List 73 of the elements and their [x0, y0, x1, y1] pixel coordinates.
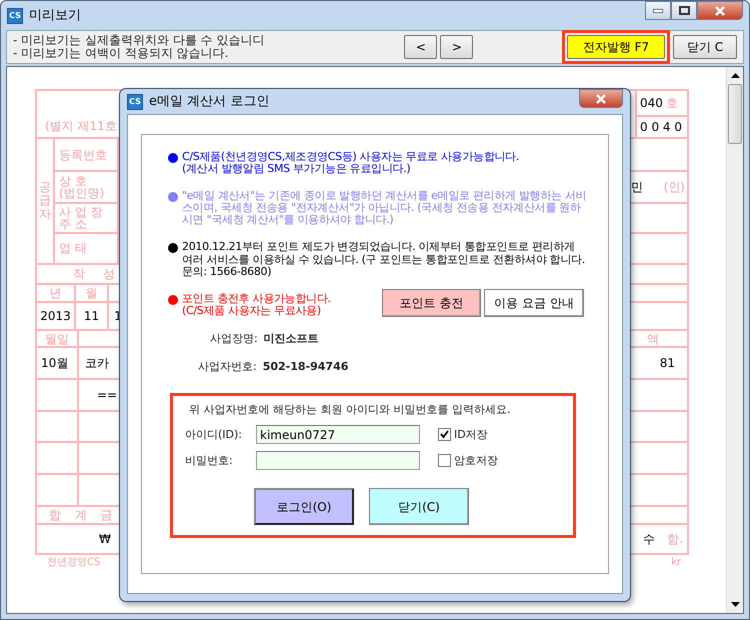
date-header: 년: [50, 285, 62, 302]
note-text: - 미리보기는 실제출력위치와 다를 수 있습니디: [13, 34, 264, 47]
app-icon: CS: [127, 94, 143, 110]
footer-text: 천년경영CS: [47, 556, 100, 570]
checkbox[interactable]: [438, 428, 451, 442]
form-number-label: (별지 제11호: [45, 118, 117, 135]
scroll-up-icon[interactable]: [730, 73, 740, 78]
column-header: 액: [647, 330, 659, 348]
charge-button[interactable]: 포인트 충전: [382, 288, 481, 317]
serial-suffix: 호: [666, 95, 678, 112]
notice-text: 2010.12.21부터 포인트 제도가 변경되었습니다. 이제부터 통합포인트로 편리하게 여러 서비스를 이용하실 수 있습니다. (구 포인트는 통합포인트로 전환하셔야 합니다. 문의: 1566-8680): [182, 241, 586, 278]
issue-button[interactable]: 전자발행 F7: [567, 35, 665, 59]
business-name: 미진소프트: [264, 330, 319, 347]
input-field[interactable]: [256, 451, 420, 470]
app-icon: CS: [7, 8, 23, 24]
date-value: 11: [84, 308, 100, 325]
close-icon: [596, 94, 606, 104]
footer-text: kr: [671, 556, 681, 570]
supplier-name: 민: [631, 179, 643, 196]
field-label: 사 업 장: [59, 206, 103, 218]
minimize-button[interactable]: [645, 1, 671, 20]
field-label: 비밀번호:: [185, 452, 234, 469]
field-label: 사업장명:: [210, 330, 258, 347]
maximize-button[interactable]: [671, 1, 697, 20]
item-name: ==: [97, 387, 118, 404]
close-button[interactable]: 닫기 C: [673, 35, 737, 59]
business-number: 502-18-94746: [262, 359, 348, 376]
field-label: 주 소: [59, 218, 87, 230]
minimize-icon: [653, 8, 663, 12]
total-label: 합 계 금: [49, 507, 113, 524]
close-button[interactable]: [579, 89, 623, 108]
field-label: 등록번호: [59, 148, 107, 161]
item-date: 10월: [41, 355, 68, 372]
item-amount: 81: [660, 355, 675, 372]
scroll-thumb[interactable]: [728, 84, 742, 144]
window-title: 미리보기: [29, 6, 81, 25]
input-field[interactable]: kimeun0727: [256, 425, 420, 444]
seal-label: (인): [664, 179, 685, 196]
field-label: 상 호: [59, 175, 87, 188]
field-label: 사업자번호:: [198, 359, 257, 376]
total-amount: ₩: [99, 531, 111, 548]
notice-text: C/S제품(천년경영CS,제조경영CS등) 사용자는 무료로 사용가능합니다. (계산서 발행알림 SMS 부가기능은 유료입니다.): [182, 151, 520, 176]
column-header: 월일: [45, 330, 69, 348]
date-label: 작 성: [73, 266, 115, 283]
previous-button[interactable]: <: [404, 35, 438, 59]
serial-digits: 0 0 4 0: [640, 119, 682, 136]
receipt-text: 수: [643, 531, 656, 548]
close-button[interactable]: [697, 1, 743, 20]
checkbox-label: 암호저장: [454, 452, 498, 469]
serial-number: 040: [640, 95, 663, 112]
next-button[interactable]: >: [440, 35, 474, 59]
receipt-label: 함.: [667, 531, 683, 548]
checkbox-label: ID저장: [454, 426, 488, 443]
field-label: (법인명): [59, 187, 104, 200]
close-icon: [715, 6, 725, 16]
notice-text: 포인트 충전후 사용가능합니다. (C/S제품 사용자는 무료사용): [182, 292, 331, 317]
scrollbar[interactable]: [726, 67, 743, 613]
scroll-down-icon[interactable]: [730, 602, 740, 607]
maximize-icon: [678, 6, 690, 15]
pricing-button[interactable]: 이용 요금 안내: [484, 288, 584, 317]
field-label: 아이디(ID):: [185, 426, 244, 443]
item-name: 코카: [85, 355, 109, 372]
dialog-title: e메일 계산서 로그인: [149, 92, 270, 111]
checkbox[interactable]: [438, 454, 451, 468]
instruction-text: 위 사업자번호에 해당하는 회원 아이디와 비밀번호를 입력하세요.: [188, 402, 512, 418]
date-value: 2013: [40, 308, 71, 325]
supplier-label: 공급자: [39, 181, 51, 221]
close-button[interactable]: 닫기(C): [369, 488, 469, 526]
note-text: - 미리보기는 여백이 적용되지 않습니다.: [13, 47, 230, 60]
notice-text: "e메일 계산서"는 기존에 종이로 발행하던 계산서를 e메일로 편리하게 발행하는 서비스이며, 국세청 전송용 "전자계산서"가 아닙니다. (국세청 전송용 전자계산서를 원하시면 "국세청 계산서"를 이용하셔야 합니다.): [182, 190, 588, 226]
login-button[interactable]: 로그인(O): [254, 488, 354, 526]
date-header: 월: [86, 285, 98, 302]
field-label: 업 태: [59, 242, 87, 254]
